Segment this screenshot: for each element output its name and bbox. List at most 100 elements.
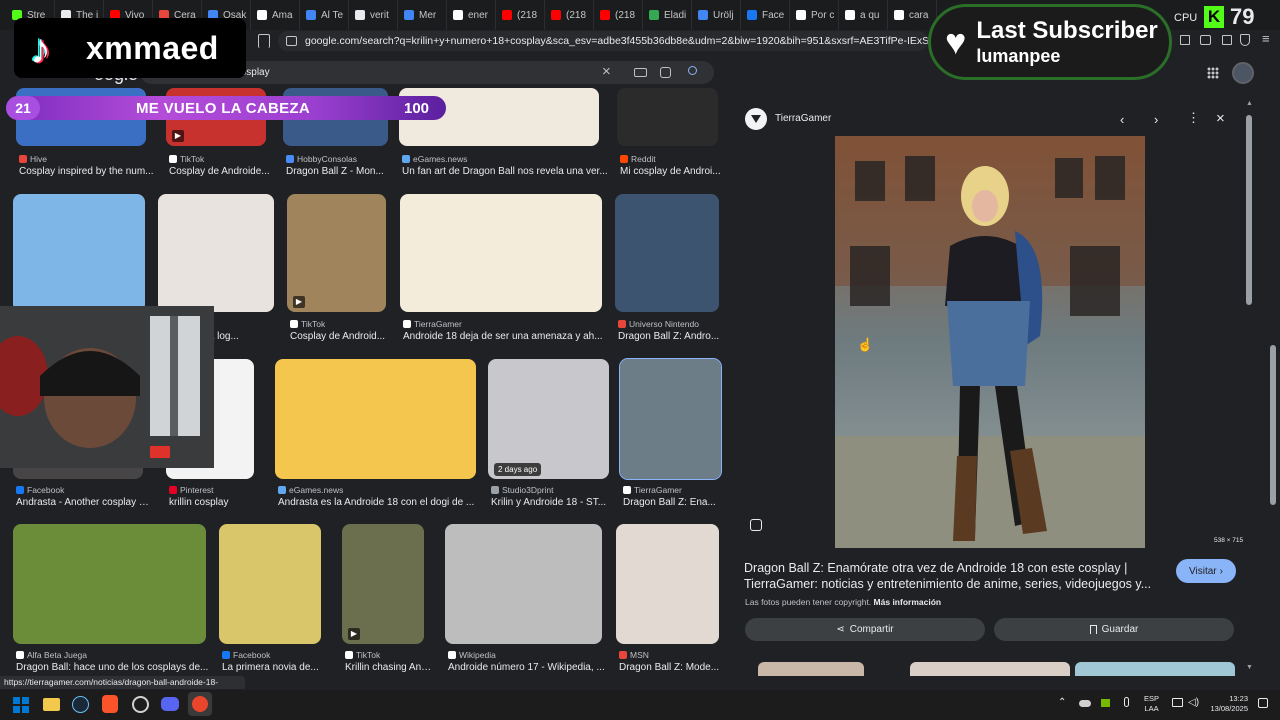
browser-tab[interactable]: Eladi (643, 0, 692, 30)
result-thumbnail[interactable] (342, 524, 424, 644)
result-title[interactable]: Androide 18 deja de ser una amenaza y ah… (403, 331, 611, 342)
result-title[interactable]: Cosplay inspired by the num... (19, 166, 155, 177)
shield-icon[interactable] (1240, 34, 1250, 46)
sidebar-icon[interactable] (1180, 35, 1190, 45)
result-thumbnail[interactable] (287, 194, 386, 312)
browser-tab[interactable]: Face (741, 0, 790, 30)
related-thumb[interactable] (910, 662, 1070, 676)
panel-title[interactable]: Dragon Ball Z: Enamórate otra vez de And… (744, 560, 1164, 592)
result-thumbnail[interactable] (400, 194, 602, 312)
clock[interactable]: 13:23 13/08/2025 (1208, 694, 1248, 714)
avatar[interactable] (1232, 62, 1254, 84)
image-result[interactable]: eGames.news Andrasta es la Androide 18 co… (275, 359, 476, 516)
result-title[interactable]: Andrasta es la Androide 18 con el dogi d… (278, 497, 485, 508)
result-thumbnail[interactable] (615, 194, 719, 312)
scroll-up-icon[interactable]: ▲ (1246, 100, 1253, 107)
active-app-icon[interactable] (188, 692, 212, 716)
image-result[interactable]: Facebook La primera novia de... (219, 524, 321, 681)
lens-icon[interactable] (660, 67, 671, 78)
result-thumbnail[interactable] (219, 524, 321, 644)
image-result[interactable]: Reddit Mi cosplay de Androi... (617, 88, 721, 185)
browser-tab[interactable]: Al Te (300, 0, 349, 30)
result-title[interactable]: Mi cosplay de Androi... (620, 166, 727, 177)
image-result[interactable]: Studio3Dprint Krilin y Androide 18 - ST..… (488, 359, 609, 516)
image-result[interactable]: TikTok Krillin chasing And... ▶ (342, 524, 433, 681)
browser-tab[interactable]: ener (447, 0, 496, 30)
prev-image-icon[interactable]: ‹ (1120, 112, 1124, 127)
result-title[interactable]: Cosplay de Android... (290, 331, 395, 342)
image-result[interactable]: TikTok Cosplay de Android... ▶ (287, 194, 386, 350)
result-thumbnail[interactable] (445, 524, 602, 644)
vpn-icon[interactable] (1222, 35, 1232, 45)
volume-icon[interactable]: ◁) (1188, 697, 1199, 708)
image-result[interactable]: Wikipedia Androide número 17 - Wikipedia,… (445, 524, 605, 681)
bookmark-icon[interactable] (258, 34, 270, 48)
scroll-down-icon[interactable]: ▼ (1246, 664, 1253, 671)
microphone-icon[interactable] (1124, 697, 1129, 707)
language-indicator[interactable]: ESP LAA (1144, 694, 1159, 714)
result-thumbnail[interactable] (158, 194, 274, 312)
network-icon[interactable] (1172, 698, 1183, 707)
image-result[interactable]: Universo Nintendo Dragon Ball Z: Andro... (615, 194, 719, 350)
clear-icon[interactable]: × (602, 63, 611, 80)
browser-tab[interactable]: Ama (251, 0, 300, 30)
related-thumb[interactable] (1075, 662, 1235, 676)
image-result[interactable]: Alfa Beta Juega Dragon Ball: hace uno de … (13, 524, 208, 681)
result-thumbnail[interactable] (13, 524, 206, 644)
search-icon[interactable] (688, 66, 697, 75)
result-title[interactable]: Un fan art de Dragon Ball nos revela una… (402, 166, 608, 177)
visit-button[interactable]: Visitar › (1176, 559, 1236, 583)
result-title[interactable]: Krillin chasing And... (345, 662, 433, 673)
tray-chevron-icon[interactable]: ⌃ (1058, 697, 1066, 708)
result-thumbnail[interactable] (619, 358, 722, 480)
file-explorer-icon[interactable] (43, 698, 60, 711)
steam-icon[interactable] (72, 696, 89, 713)
browser-tab[interactable]: (218 (594, 0, 643, 30)
apps-grid-icon[interactable] (1207, 67, 1219, 79)
result-thumbnail[interactable] (275, 359, 476, 479)
result-title[interactable]: Dragon Ball Z: Andro... (618, 331, 728, 342)
browser-tab[interactable]: (218 (496, 0, 545, 30)
obs-icon[interactable] (132, 696, 149, 713)
related-thumb[interactable] (758, 662, 864, 676)
panel-site-name[interactable]: TierraGamer (775, 113, 831, 124)
keyboard-icon[interactable] (634, 68, 647, 77)
result-thumbnail[interactable] (13, 194, 145, 312)
image-result[interactable]: MSN Dragon Ball Z: Mode... (616, 524, 719, 681)
nvidia-icon[interactable] (1101, 699, 1110, 707)
result-thumbnail[interactable] (488, 359, 609, 479)
more-options-icon[interactable]: ⋮ (1187, 110, 1200, 126)
browser-tab[interactable]: cara (888, 0, 937, 30)
result-title[interactable]: Androide número 17 - Wikipedia, ... (448, 662, 611, 673)
discord-icon[interactable] (161, 697, 179, 711)
result-title[interactable]: Dragon Ball Z: Mode... (619, 662, 728, 673)
result-title[interactable]: Dragon Ball Z - Mon... (286, 166, 397, 177)
browser-tab[interactable]: Por c (790, 0, 839, 30)
page-scrollbar[interactable] (1270, 345, 1276, 505)
result-thumbnail[interactable] (616, 524, 719, 644)
url-field[interactable]: google.com/search?q=krilin+y+numero+18+c… (278, 31, 928, 51)
more-info-link[interactable]: Más información (874, 597, 942, 607)
close-panel-icon[interactable]: × (1216, 110, 1225, 127)
browser-tab[interactable]: (218 (545, 0, 594, 30)
site-info-icon[interactable] (286, 36, 297, 46)
image-result[interactable]: TierraGamer Dragon Ball Z: Ena... (619, 358, 722, 516)
menu-icon[interactable]: ≡ (1262, 32, 1270, 47)
save-button[interactable]: Guardar (994, 618, 1234, 641)
preview-image[interactable]: 538 × 715 (835, 136, 1145, 548)
wallet-icon[interactable] (1200, 35, 1211, 45)
result-title[interactable]: La primera novia de... (222, 662, 330, 673)
browser-tab[interactable]: Urölj (692, 0, 741, 30)
result-title[interactable]: Dragon Ball Z: Ena... (623, 497, 730, 508)
brave-icon[interactable] (102, 695, 118, 713)
panel-scrollbar[interactable] (1246, 115, 1252, 305)
browser-tab[interactable]: Mer (398, 0, 447, 30)
browser-tab[interactable]: a qu (839, 0, 888, 30)
result-title[interactable]: Cosplay de Androide... (169, 166, 275, 177)
cloud-icon[interactable] (1079, 700, 1091, 707)
result-title[interactable]: Andrasta - Another cosplay o... (16, 497, 152, 508)
lens-search-icon[interactable] (750, 519, 762, 531)
notification-icon[interactable] (1258, 698, 1268, 708)
share-button[interactable]: ⋖ Compartir (745, 618, 985, 641)
result-title[interactable]: Dragon Ball: hace uno de los cosplays de… (16, 662, 215, 673)
